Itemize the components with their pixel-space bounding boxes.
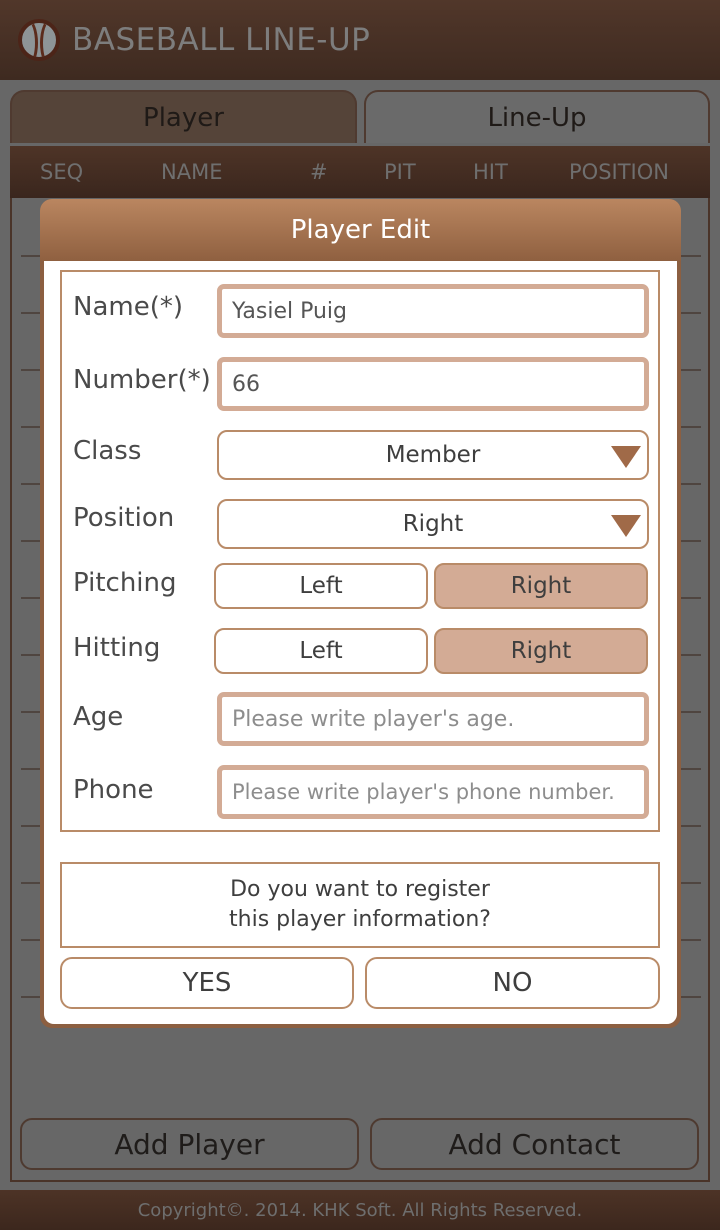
app-header: BASEBALL LINE-UP [0,0,720,80]
hitting-left-button[interactable]: Left [214,628,428,674]
position-selected-value: Right [402,511,464,537]
confirm-message: Do you want to register this player info… [60,862,660,948]
column-header-pit: PIT [384,160,416,184]
position-select[interactable]: Right [217,499,649,549]
phone-label: Phone [73,775,154,805]
column-header-hit: HIT [473,160,508,184]
column-header-number: # [310,160,328,184]
number-label: Number(*) [73,365,211,395]
player-form: Name(*) Number(*) Class Member Position … [60,270,660,832]
name-label: Name(*) [73,292,183,322]
tab-player[interactable]: Player [10,90,357,143]
name-input[interactable] [217,284,649,338]
column-header-name: NAME [161,160,223,184]
phone-input[interactable] [217,765,649,819]
confirm-line-1: Do you want to register [230,877,490,902]
yes-button[interactable]: YES [60,957,354,1009]
dialog-title-bar: Player Edit [40,199,681,261]
dropdown-arrow-icon [611,515,641,537]
class-label: Class [73,436,142,466]
no-button[interactable]: NO [365,957,660,1009]
tab-bar: Player Line-Up [10,90,710,143]
class-select[interactable]: Member [217,430,649,480]
footer: Copyright©. 2014. KHK Soft. All Rights R… [0,1190,720,1230]
table-header: SEQ NAME # PIT HIT POSITION [10,146,710,198]
pitching-label: Pitching [73,568,177,598]
dialog-body: Name(*) Number(*) Class Member Position … [44,261,677,1024]
app-title: BASEBALL LINE-UP [72,22,371,58]
pitching-right-button[interactable]: Right [434,563,648,609]
dropdown-arrow-icon [611,446,641,468]
tab-line-up[interactable]: Line-Up [364,90,710,143]
add-player-button[interactable]: Add Player [20,1118,359,1170]
hitting-label: Hitting [73,633,161,663]
hitting-right-button[interactable]: Right [434,628,648,674]
baseball-icon [18,19,60,61]
class-selected-value: Member [385,442,481,468]
age-input[interactable] [217,692,649,746]
player-edit-dialog: Player Edit Name(*) Number(*) Class Memb… [40,199,681,1028]
copyright-text: Copyright©. 2014. KHK Soft. All Rights R… [137,1199,583,1221]
add-contact-button[interactable]: Add Contact [370,1118,699,1170]
confirm-line-2: this player information? [229,907,491,932]
column-header-position: POSITION [569,160,669,184]
pitching-left-button[interactable]: Left [214,563,428,609]
column-header-seq: SEQ [40,160,84,184]
age-label: Age [73,702,124,732]
dialog-title: Player Edit [290,215,431,245]
position-label: Position [73,503,175,533]
number-input[interactable] [217,357,649,411]
